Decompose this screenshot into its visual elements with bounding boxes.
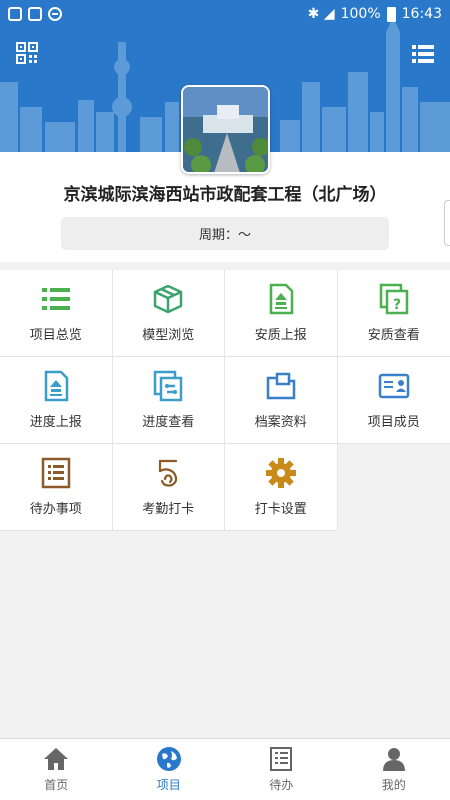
grid-item[interactable]: 待办事项 bbox=[0, 444, 113, 531]
grid-item-label: 待办事项 bbox=[29, 502, 82, 517]
globe-icon bbox=[156, 747, 181, 771]
function-grid: 项目总览 模型浏览 安质上报? 安质查看 进度上报 进度查看 档案资料 项目成员… bbox=[0, 270, 450, 531]
battery-percent: 100% bbox=[340, 6, 381, 22]
grid-item[interactable]: 进度查看 bbox=[112, 357, 225, 444]
app-notification-icon bbox=[28, 7, 42, 21]
nav-item-label: 我的 bbox=[381, 778, 406, 792]
grid-item[interactable]: 进度上报 bbox=[0, 357, 113, 444]
nav-item[interactable]: 项目 bbox=[113, 739, 226, 800]
question-doc-icon: ? bbox=[379, 283, 408, 315]
todo-list-icon bbox=[41, 457, 70, 489]
grid-item-label: 项目成员 bbox=[367, 415, 420, 430]
upload-doc-icon bbox=[44, 370, 68, 402]
cube-icon bbox=[154, 284, 183, 314]
grid-item-label: 档案资料 bbox=[254, 415, 307, 430]
nav-item[interactable]: 首页 bbox=[0, 739, 113, 800]
notification-icon bbox=[8, 7, 22, 21]
do-not-disturb-icon bbox=[48, 7, 62, 21]
menu-list-icon[interactable] bbox=[412, 44, 434, 64]
status-bar: ✱ ◢ 100% 16:43 bbox=[0, 0, 450, 28]
list-icon bbox=[41, 288, 70, 310]
grid-item-label: 进度查看 bbox=[142, 415, 195, 430]
nav-item-label: 项目 bbox=[156, 778, 181, 792]
grid-item-label: 安质查看 bbox=[367, 328, 420, 343]
list-doc-icon bbox=[270, 747, 293, 771]
grid-item-label: 安质上报 bbox=[254, 328, 307, 343]
battery-icon bbox=[386, 6, 396, 22]
project-title: 京滨城际滨海西站市政配套工程（北广场） bbox=[63, 185, 387, 205]
id-card-icon bbox=[378, 373, 409, 399]
bottom-navigation: 首页 项目 待办 我的 bbox=[0, 738, 450, 800]
grid-item[interactable]: 打卡设置 bbox=[225, 444, 338, 531]
grid-item[interactable]: 模型浏览 bbox=[112, 270, 225, 357]
nav-item[interactable]: 我的 bbox=[338, 739, 450, 800]
grid-item[interactable]: ? 安质查看 bbox=[337, 270, 450, 357]
home-icon bbox=[44, 748, 69, 770]
side-drawer-handle[interactable] bbox=[444, 200, 450, 246]
project-photo bbox=[181, 85, 270, 174]
grid-item-label: 进度上报 bbox=[29, 415, 82, 430]
nav-item[interactable]: 待办 bbox=[225, 739, 338, 800]
grid-item[interactable]: 档案资料 bbox=[225, 357, 338, 444]
grid-item-label: 打卡设置 bbox=[254, 502, 307, 517]
flow-doc-icon bbox=[154, 370, 183, 402]
folder-icon bbox=[266, 372, 295, 400]
grid-item[interactable]: 考勤打卡 bbox=[112, 444, 225, 531]
qr-code-icon[interactable] bbox=[16, 42, 38, 64]
fingerprint-icon bbox=[159, 459, 178, 487]
nav-item-label: 待办 bbox=[269, 778, 294, 792]
user-icon bbox=[382, 748, 405, 771]
upload-doc-icon bbox=[269, 283, 293, 315]
grid-item-label: 模型浏览 bbox=[142, 328, 195, 343]
signal-icons: ✱ ◢ bbox=[307, 6, 335, 22]
grid-item[interactable]: 安质上报 bbox=[225, 270, 338, 357]
grid-item[interactable]: 项目成员 bbox=[337, 357, 450, 444]
grid-item[interactable]: 项目总览 bbox=[0, 270, 113, 357]
svg-text:?: ? bbox=[393, 297, 401, 313]
grid-item-label: 考勤打卡 bbox=[142, 502, 195, 517]
project-period: 周期：～ bbox=[61, 217, 389, 250]
clock: 16:43 bbox=[401, 6, 442, 22]
grid-item-label: 项目总览 bbox=[29, 328, 82, 343]
nav-item-label: 首页 bbox=[44, 778, 69, 792]
gear-icon bbox=[265, 458, 296, 488]
